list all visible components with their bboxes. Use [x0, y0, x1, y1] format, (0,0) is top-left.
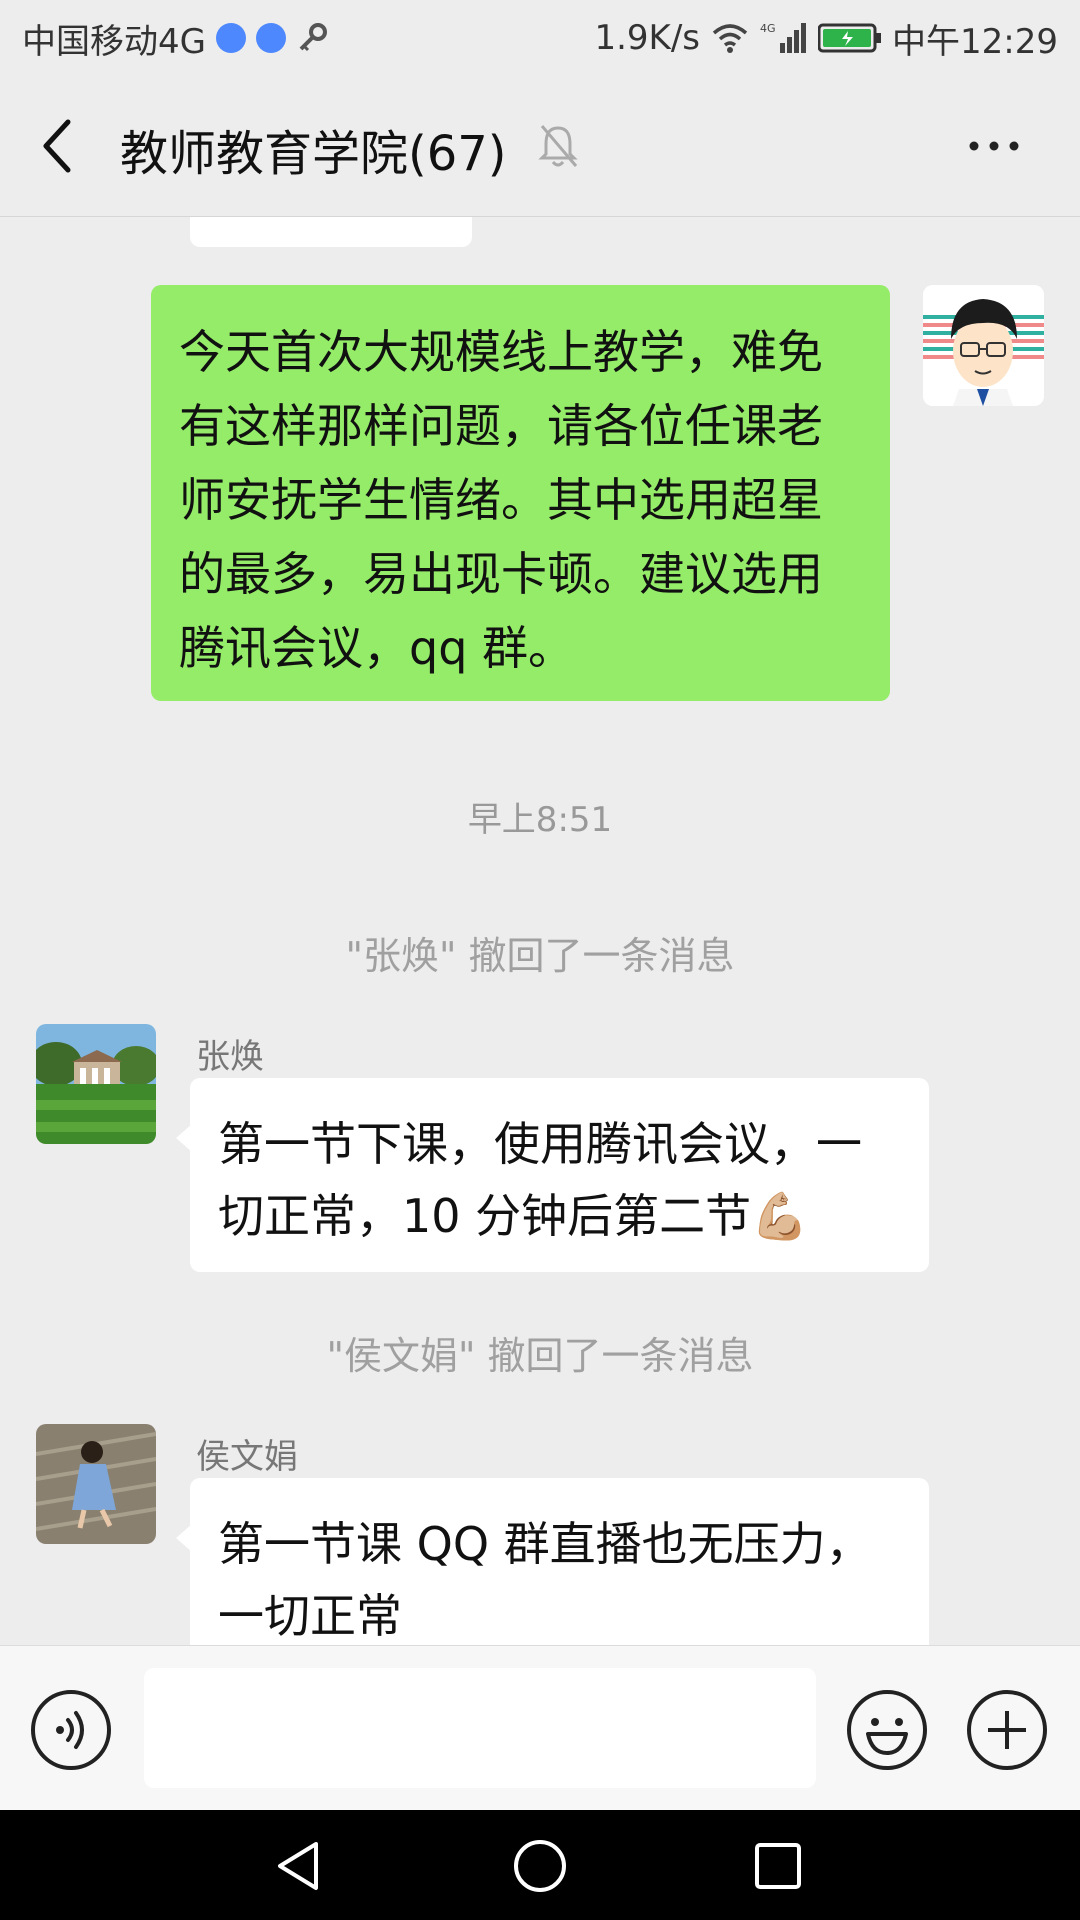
previous-message-bubble[interactable] [190, 217, 472, 247]
cartoon-teacher-avatar-icon [923, 285, 1044, 406]
outgoing-message-bubble[interactable]: 今天首次大规模线上教学，难免有这样那样问题，请各位任课老师安抚学生情绪。其中选用… [151, 285, 890, 701]
carrier-label: 中国移动4G [22, 21, 206, 62]
signal-icon: 4G [760, 22, 807, 53]
plus-icon[interactable] [966, 1689, 1048, 1771]
emoji-icon[interactable] [846, 1689, 928, 1771]
input-bar [0, 1645, 1080, 1811]
message-input[interactable] [144, 1668, 816, 1788]
avatar-hou-wenjuan[interactable] [36, 1424, 156, 1544]
nav-home-icon[interactable] [510, 1836, 570, 1896]
chat-title: 教师教育学院(67) [120, 126, 507, 182]
incoming-message-bubble[interactable]: 第一节下课，使用腾讯会议，一切正常，10 分钟后第二节💪🏼 [176, 1078, 929, 1272]
status-bar: 中国移动4G 1.9K/s 4G 中午12:29 [0, 0, 1080, 76]
system-nav-bar [0, 1810, 1080, 1920]
chat-header: 教师教育学院(67) [0, 76, 1080, 217]
nav-back-icon[interactable] [270, 1838, 326, 1894]
status-right: 1.9K/s 4G 中午12:29 [594, 14, 1058, 63]
recall-notice: "侯文娟" 撤回了一条消息 [326, 1334, 754, 1378]
avatar-zhang-huan[interactable] [36, 1024, 156, 1144]
more-options-icon[interactable] [962, 128, 1026, 164]
recall-notice: "张焕" 撤回了一条消息 [345, 934, 735, 978]
campus-building-avatar-icon [36, 1024, 156, 1144]
wechat-group-chat-screen: 中国移动4G 1.9K/s 4G 中午12:29 教师教育学院(67) 今天首次… [0, 0, 1080, 1920]
key-icon [299, 23, 327, 52]
child-photo-avatar-icon [36, 1424, 156, 1544]
self-avatar[interactable] [923, 285, 1044, 406]
time-divider: 早上8:51 [467, 800, 613, 840]
voice-input-icon[interactable] [30, 1689, 112, 1771]
network-type: 4G [760, 22, 776, 35]
network-speed: 1.9K/s [594, 18, 701, 58]
status-left: 中国移动4G [22, 14, 330, 63]
sender-name: 张焕 [196, 1037, 264, 1077]
sender-name: 侯文娟 [196, 1437, 298, 1477]
incoming-message-bubble[interactable]: 第一节课 QQ 群直播也无压力，一切正常 [176, 1478, 929, 1645]
wifi-icon [712, 24, 748, 53]
clock: 中午12:29 [892, 21, 1058, 62]
nav-recent-apps-icon[interactable] [752, 1840, 804, 1892]
back-arrow-icon[interactable] [36, 114, 80, 178]
bell-muted-icon [538, 125, 578, 167]
battery-icon [818, 23, 882, 53]
message-list[interactable]: 今天首次大规模线上教学，难免有这样那样问题，请各位任课老师安抚学生情绪。其中选用… [0, 217, 1080, 1645]
baidu-paw-icon [255, 23, 286, 53]
baidu-paw-icon [215, 23, 246, 53]
